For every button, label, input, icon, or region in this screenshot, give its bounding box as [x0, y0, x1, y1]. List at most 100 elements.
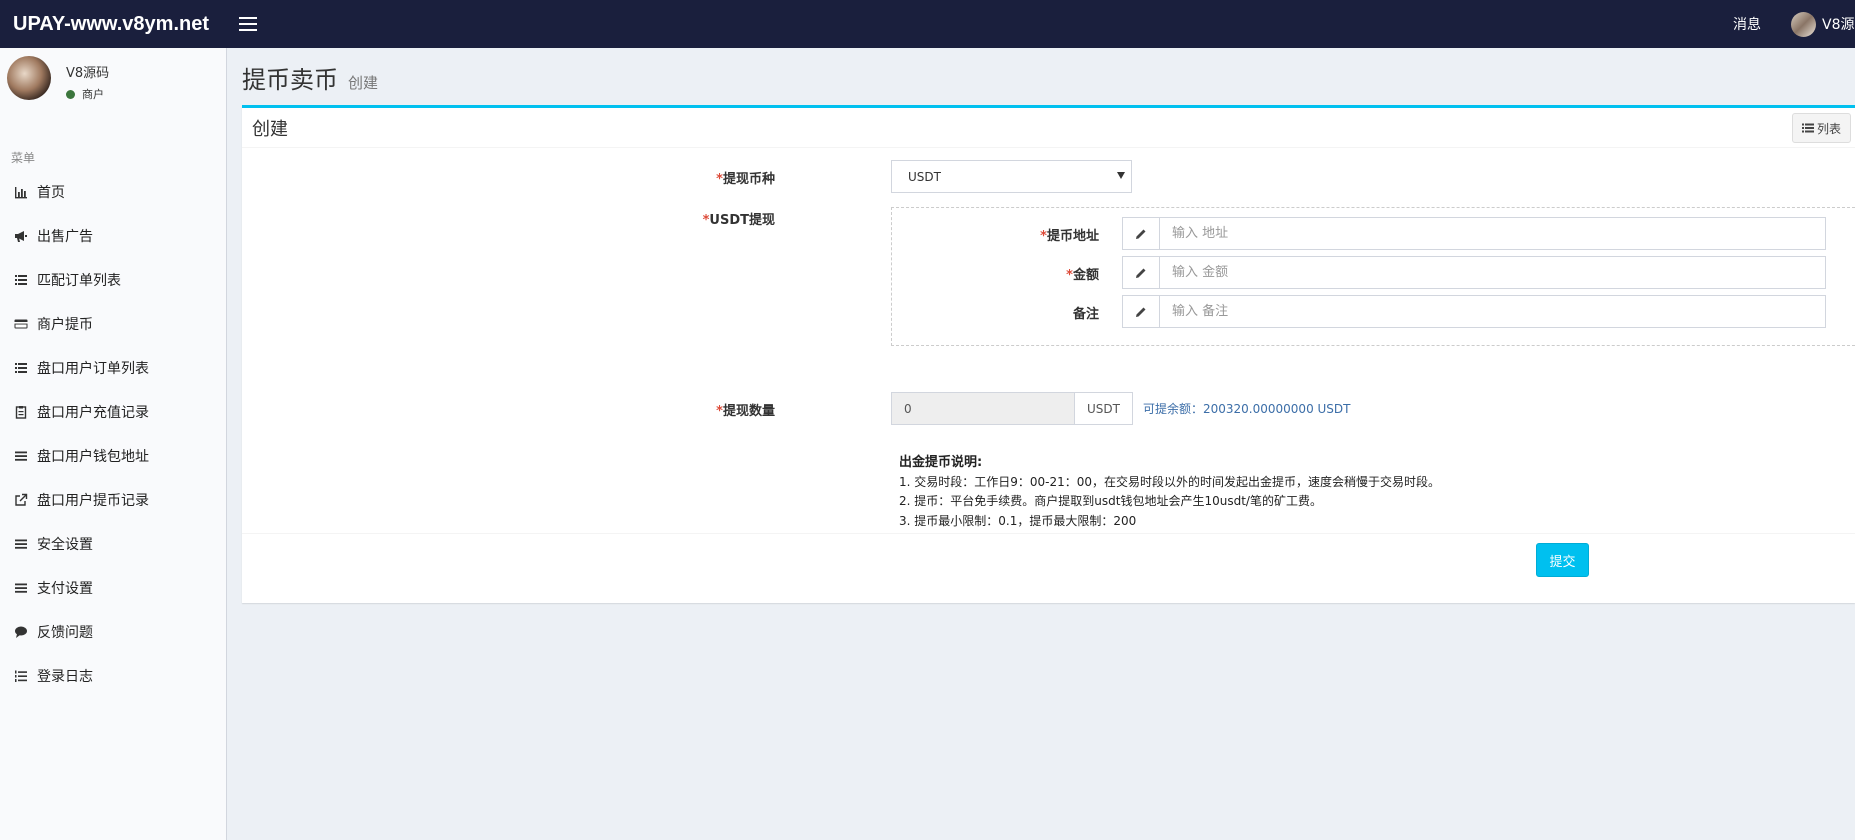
menu-header: 菜单 — [11, 151, 36, 165]
amount-label-text: 金额 — [1072, 268, 1099, 283]
available-balance: 可提余额：200320.00000000 USDT — [1143, 401, 1351, 416]
sidebar-user-status: 商户 — [66, 86, 104, 102]
list-icon — [1801, 123, 1814, 133]
usdt-group-label: *USDT提现 — [703, 209, 775, 228]
required-mark: * — [716, 404, 723, 419]
quantity-label-text: 提现数量 — [722, 404, 775, 419]
list-icon — [14, 361, 28, 375]
list-button[interactable]: 列表 — [1791, 113, 1851, 143]
sidebar-item-user-wallet[interactable]: 盘口用户钱包地址 — [0, 434, 226, 478]
required-mark: * — [716, 172, 723, 187]
sidebar-item-label: 盘口用户订单列表 — [37, 361, 149, 377]
sidebar-item-label: 出售广告 — [37, 229, 93, 245]
notes-line: 3. 提币最小限制：0.1，提币最大限制：200 — [899, 513, 1137, 528]
list-ol-icon — [14, 669, 28, 683]
box-title: 创建 — [252, 118, 288, 140]
bar-chart-icon — [14, 185, 28, 199]
sidebar-menu: 首页 出售广告 匹配订单列表 商户提币 盘口用户订单列表 盘口用户充值记录 盘口… — [0, 170, 226, 698]
quantity-input[interactable] — [891, 392, 1075, 425]
page-header: 提币卖币 创建 — [228, 48, 1855, 106]
sidebar-toggle-icon[interactable] — [239, 17, 257, 31]
main-content: 提币卖币 创建 创建 列表 *提现币种 USDT *USDT提现 *提币地址 输… — [228, 48, 1855, 840]
sidebar-item-label: 盘口用户提币记录 — [37, 493, 149, 509]
pencil-icon — [1122, 295, 1160, 328]
sidebar-item-label: 盘口用户充值记录 — [37, 405, 149, 421]
amount-input[interactable] — [1160, 256, 1826, 289]
amount-label: *金额 — [1066, 264, 1099, 283]
bars-icon — [14, 581, 28, 595]
withdraw-notes: 出金提币说明: 1. 交易时段：工作日9：00-21：00，在交易时段以外的时间… — [899, 453, 1440, 531]
sidebar-item-label: 商户提币 — [37, 317, 93, 333]
pencil-icon — [1122, 256, 1160, 289]
list-icon — [14, 273, 28, 287]
navbar-right: 消息 V8源 — [1733, 0, 1855, 48]
sidebar-user-name: V8源码 — [66, 66, 110, 81]
sidebar-item-feedback[interactable]: 反馈问题 — [0, 610, 226, 654]
page-subtitle: 创建 — [348, 74, 379, 92]
address-input[interactable] — [1160, 217, 1826, 250]
sidebar-item-label: 安全设置 — [37, 537, 93, 553]
currency-label-text: 提现币种 — [722, 172, 775, 187]
sidebar-item-payment[interactable]: 支付设置 — [0, 566, 226, 610]
top-navbar: UPAY-www.v8ym.net 消息 V8源 — [0, 0, 1855, 48]
sidebar-item-label: 登录日志 — [37, 669, 93, 685]
box-header: 创建 — [242, 108, 1855, 148]
submit-button[interactable]: 提交 — [1536, 543, 1589, 577]
bullhorn-icon — [14, 229, 28, 243]
sidebar-item-user-recharge[interactable]: 盘口用户充值记录 — [0, 390, 226, 434]
sidebar-item-login-log[interactable]: 登录日志 — [0, 654, 226, 698]
pencil-icon — [1122, 217, 1160, 250]
address-label: *提币地址 — [1040, 225, 1099, 244]
usdt-group-label-text: USDT提现 — [709, 213, 775, 228]
remark-input[interactable] — [1160, 295, 1826, 328]
page-title: 提币卖币 — [242, 66, 338, 94]
user-menu[interactable]: V8源 — [1791, 11, 1855, 37]
amount-input-group — [1122, 256, 1826, 289]
online-dot-icon — [66, 89, 75, 99]
box-footer: 提交 — [242, 533, 1855, 603]
remark-input-group — [1122, 295, 1826, 328]
sidebar-item-label: 支付设置 — [37, 581, 93, 597]
bars-icon — [14, 449, 28, 463]
address-input-group — [1122, 217, 1826, 250]
notes-line: 2. 提币：平台免手续费。商户提取到usdt钱包地址会产生10usdt/笔的矿工… — [899, 494, 1322, 508]
sidebar-item-user-orders[interactable]: 盘口用户订单列表 — [0, 346, 226, 390]
avatar — [1791, 11, 1816, 37]
list-button-label: 列表 — [1816, 121, 1841, 136]
sidebar-item-sell-ads[interactable]: 出售广告 — [0, 214, 226, 258]
user-panel: V8源码 商户 — [0, 48, 226, 128]
sidebar-user-role: 商户 — [82, 88, 104, 101]
required-mark: * — [1066, 268, 1073, 283]
credit-card-icon — [14, 317, 28, 331]
currency-label: *提现币种 — [716, 168, 775, 187]
form-box: 创建 列表 *提现币种 USDT *USDT提现 *提币地址 输入 地址 *金额… — [242, 105, 1855, 603]
sidebar-item-label: 盘口用户钱包地址 — [37, 449, 149, 465]
sidebar-avatar — [7, 56, 51, 100]
usdt-withdraw-group: *提币地址 *金额 备注 — [891, 207, 1855, 346]
external-link-icon — [14, 493, 28, 507]
address-label-text: 提币地址 — [1046, 229, 1099, 244]
bars-icon — [14, 537, 28, 551]
sidebar-item-user-withdraw-records[interactable]: 盘口用户提币记录 — [0, 478, 226, 522]
sidebar-item-label: 反馈问题 — [37, 625, 93, 641]
user-menu-name: V8源 — [1822, 17, 1855, 33]
clipboard-icon — [14, 405, 28, 419]
notes-title: 出金提币说明: — [899, 455, 983, 470]
remark-label: 备注 — [1073, 303, 1099, 322]
sidebar-item-label: 首页 — [37, 185, 65, 201]
remark-label-text: 备注 — [1072, 307, 1099, 322]
currency-select[interactable]: USDT — [891, 160, 1132, 193]
sidebar-item-match-orders[interactable]: 匹配订单列表 — [0, 258, 226, 302]
brand-logo[interactable]: UPAY-www.v8ym.net — [0, 13, 226, 36]
comment-icon — [14, 625, 28, 639]
messages-link[interactable]: 消息 — [1733, 14, 1761, 34]
required-mark: * — [1040, 229, 1047, 244]
quantity-label: *提现数量 — [716, 400, 775, 419]
sidebar-item-label: 匹配订单列表 — [37, 273, 121, 289]
sidebar-item-home[interactable]: 首页 — [0, 170, 226, 214]
sidebar-item-merchant-withdraw[interactable]: 商户提币 — [0, 302, 226, 346]
sidebar-item-security[interactable]: 安全设置 — [0, 522, 226, 566]
quantity-unit: USDT — [1075, 392, 1133, 425]
currency-select-value: USDT — [908, 169, 941, 184]
sidebar: V8源码 商户 菜单 首页 出售广告 匹配订单列表 商户提币 盘口用户订单列表 — [0, 48, 227, 840]
